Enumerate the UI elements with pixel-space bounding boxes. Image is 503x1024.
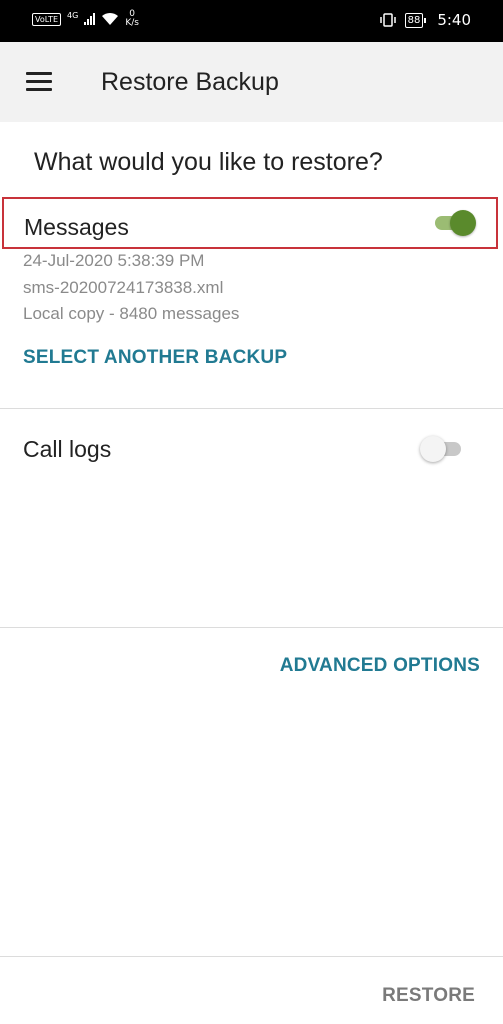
page-title: Restore Backup — [101, 68, 279, 96]
restore-button[interactable]: RESTORE — [382, 985, 475, 1007]
restore-question: What would you like to restore? — [34, 148, 383, 176]
volte-indicator: VoLTE — [32, 12, 62, 26]
divider — [0, 956, 503, 957]
vibrate-icon — [379, 13, 396, 27]
divider — [0, 408, 503, 409]
app-bar: Restore Backup — [0, 42, 503, 122]
clock: 5:40 — [437, 11, 471, 29]
speed-unit: K/s — [125, 18, 139, 28]
network-speed: 0 K/s — [125, 10, 139, 28]
toggle-thumb — [420, 436, 446, 462]
backup-info: Local copy - 8480 messages — [23, 304, 240, 323]
backup-date: 24-Jul-2020 5:38:39 PM — [23, 251, 205, 270]
status-right: 88 5:40 — [379, 11, 471, 29]
messages-toggle[interactable] — [432, 210, 476, 236]
advanced-options-button[interactable]: ADVANCED OPTIONS — [280, 655, 480, 677]
backup-filename: sms-20200724173838.xml — [23, 278, 224, 297]
status-left: VoLTE 4G 0 K/s — [32, 10, 139, 28]
hamburger-menu-icon[interactable] — [26, 72, 52, 92]
network-type: 4G — [67, 10, 79, 20]
battery-icon: 88 — [404, 12, 427, 28]
messages-row[interactable]: Messages — [2, 197, 498, 249]
wifi-icon — [102, 12, 119, 25]
call-logs-toggle[interactable] — [420, 436, 464, 462]
call-logs-label: Call logs — [23, 436, 112, 462]
status-bar: VoLTE 4G 0 K/s 88 5:40 — [0, 0, 503, 42]
signal-icon — [84, 13, 96, 25]
messages-label: Messages — [24, 214, 129, 240]
select-another-backup-button[interactable]: SELECT ANOTHER BACKUP — [23, 347, 287, 369]
divider — [0, 627, 503, 628]
toggle-thumb — [450, 210, 476, 236]
